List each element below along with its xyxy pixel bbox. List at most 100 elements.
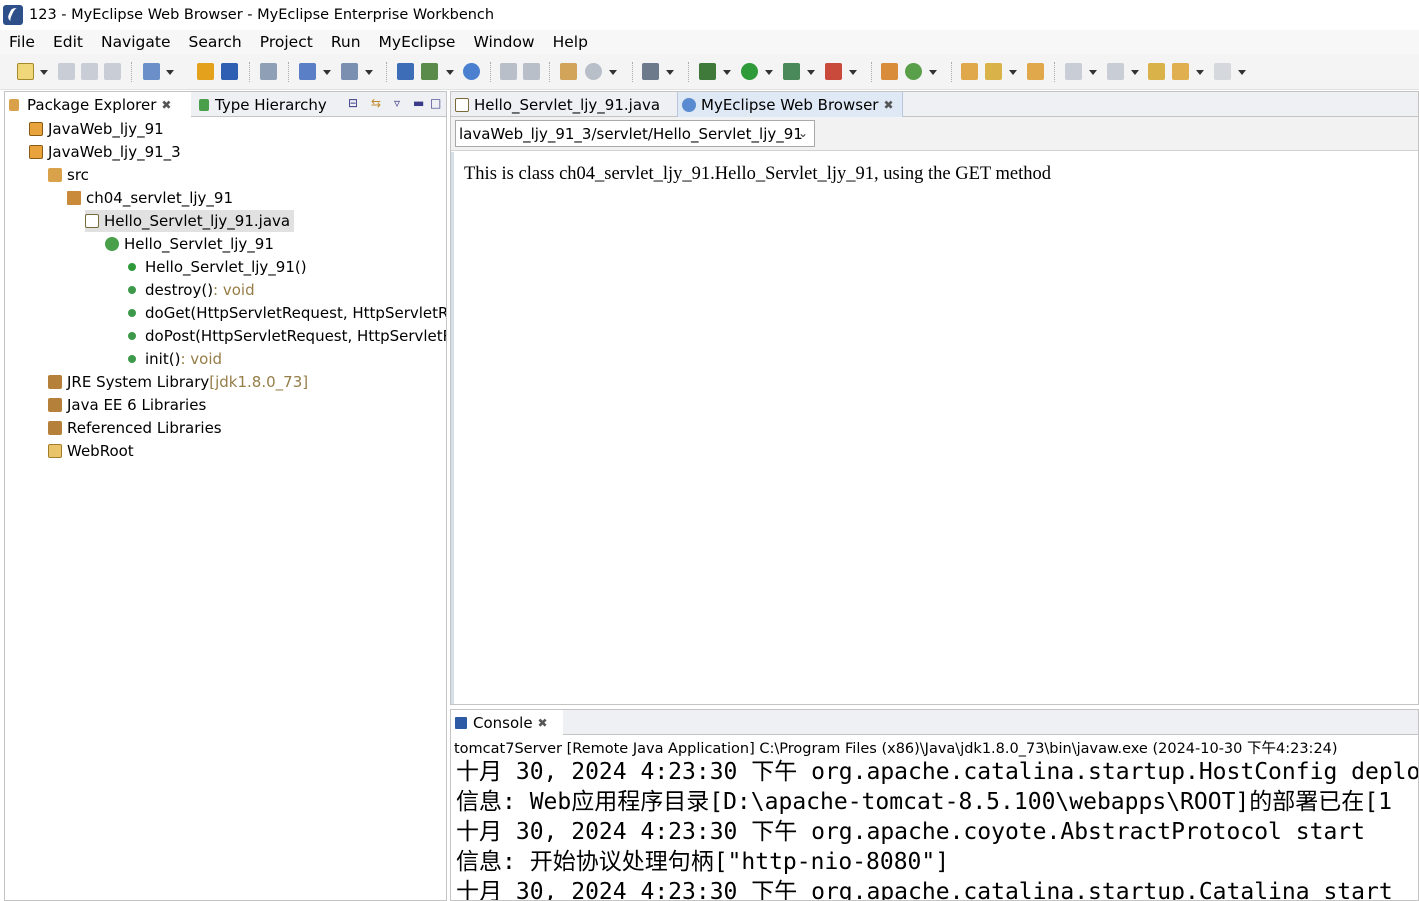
toolbar-separator [549,62,550,82]
menu-search[interactable]: Search [189,33,242,51]
tab-label: Hello_Servlet_ljy_91.java [474,95,661,114]
new-server-icon[interactable] [143,63,160,80]
forward-dropdown-icon[interactable] [1238,70,1246,75]
deploy-icon[interactable] [221,63,238,80]
java-file-icon [455,97,469,112]
tree-item-package[interactable]: ch04_servlet_ljy_91 [67,187,233,209]
forward-icon[interactable] [1214,63,1231,80]
library-version: [jdk1.8.0_73] [209,373,309,391]
bookmark-dropdown-icon[interactable] [446,70,454,75]
view-menu-icon[interactable]: ▿ [394,96,400,110]
menu-edit[interactable]: Edit [53,33,83,51]
menu-navigate[interactable]: Navigate [101,33,171,51]
coverage-dropdown-icon[interactable] [807,70,815,75]
tree-item-label: init() [145,350,181,368]
menu-project[interactable]: Project [260,33,313,51]
server-dropdown-icon[interactable] [166,70,174,75]
edit-icon[interactable] [985,63,1002,80]
tab-web-browser[interactable]: MyEclipse Web Browser ✖ [677,92,903,117]
debug-dropdown-icon[interactable] [723,70,731,75]
tree-item-library[interactable]: Referenced Libraries [48,417,222,439]
tree-item-library[interactable]: Java EE 6 Libraries [48,394,206,416]
menu-window[interactable]: Window [473,33,534,51]
close-icon[interactable]: ✖ [538,716,548,730]
previous-annotation-dropdown-icon[interactable] [1131,70,1139,75]
package-explorer-icon [9,98,19,111]
web-browser-icon[interactable] [463,63,480,80]
menu-help[interactable]: Help [553,33,588,51]
last-edit-location-icon[interactable] [1148,63,1165,80]
tree-item-java-file[interactable]: Hello_Servlet_ljy_91.java [85,210,295,232]
menu-run[interactable]: Run [331,33,361,51]
tab-label: Package Explorer [27,95,157,114]
editor-tabs: Hello_Servlet_ljy_91.java MyEclipse Web … [451,92,1418,117]
back-icon[interactable] [1172,63,1189,80]
close-icon[interactable]: ✖ [883,98,893,112]
minimize-icon[interactable]: ▬ [413,96,424,110]
tree-item-method[interactable]: doPost(HttpServletRequest, HttpServletR [126,325,446,347]
coverage-icon[interactable] [783,63,800,80]
toolbar-separator [386,62,387,82]
close-icon[interactable]: ✖ [161,98,171,112]
tree-item-method[interactable]: init() : void [126,348,222,370]
run-icon[interactable] [741,63,758,80]
camera-icon[interactable] [642,63,659,80]
forward-annotation-icon[interactable] [523,63,540,80]
tab-package-explorer[interactable]: Package Explorer ✖ [5,92,191,117]
back-annotation-icon[interactable] [500,63,517,80]
tree-item-class[interactable]: Hello_Servlet_ljy_91 [105,233,274,255]
collapse-all-icon[interactable]: ⊟ [348,96,358,110]
connect-dropdown-icon[interactable] [609,70,617,75]
external-tools-dropdown-icon[interactable] [849,70,857,75]
chevron-down-icon[interactable]: ⌄ [798,126,808,140]
back-dropdown-icon[interactable] [1196,70,1204,75]
search-icon[interactable] [341,63,358,80]
new-java-project-icon[interactable] [881,63,898,80]
new-dropdown-icon[interactable] [40,70,48,75]
menu-file[interactable]: File [9,33,35,51]
open-folder-icon[interactable] [961,63,978,80]
url-combo[interactable]: lavaWeb_ljy_91_3/servlet/Hello_Servlet_l… [455,120,815,147]
next-annotation-dropdown-icon[interactable] [1089,70,1097,75]
tab-console[interactable]: Console ✖ [451,710,563,735]
search-dropdown-icon[interactable] [365,70,373,75]
console-view: Console ✖ tomcat7Server [Remote Java App… [450,709,1419,901]
open-perspective-icon[interactable] [299,63,316,80]
maximize-icon[interactable]: □ [430,96,441,110]
previous-annotation-icon[interactable] [1107,63,1124,80]
database-icon[interactable] [260,63,277,80]
connect-icon[interactable] [585,63,602,80]
menu-myeclipse[interactable]: MyEclipse [379,33,456,51]
link-with-editor-icon[interactable]: ⇆ [371,96,381,110]
print-icon[interactable] [104,63,121,80]
tree-item-library[interactable]: JRE System Library [jdk1.8.0_73] [48,371,308,393]
bookmark-icon[interactable] [421,63,438,80]
tree-item-src[interactable]: src [48,164,89,186]
external-tools-icon[interactable] [825,63,842,80]
tree-item-method[interactable]: doGet(HttpServletRequest, HttpServletR [126,302,446,324]
open-type-icon[interactable] [197,63,214,80]
tree-item-method[interactable]: destroy() : void [126,279,255,301]
new-class-dropdown-icon[interactable] [929,70,937,75]
perspective-dropdown-icon[interactable] [323,70,331,75]
tab-type-hierarchy[interactable]: Type Hierarchy [197,92,331,117]
tree-item-constructor[interactable]: Hello_Servlet_ljy_91() [126,256,307,278]
new-class-icon[interactable] [905,63,922,80]
tree-item-project[interactable]: JavaWeb_ljy_91_3 [29,141,181,163]
edit-dropdown-icon[interactable] [1009,70,1017,75]
new-wizard-icon[interactable] [17,63,34,80]
debug-icon[interactable] [699,63,716,80]
tab-hello-servlet-java[interactable]: Hello_Servlet_ljy_91.java [451,92,673,117]
tree-item-folder[interactable]: WebRoot [48,440,134,462]
tree-item-project[interactable]: JavaWeb_ljy_91 [29,118,164,140]
new-project-icon[interactable] [560,63,577,80]
toolbar-separator [131,62,132,82]
save-all-icon[interactable] [81,63,98,80]
open-task-icon[interactable] [397,63,414,80]
next-annotation-icon[interactable] [1065,63,1082,80]
save-icon[interactable] [58,63,75,80]
camera-dropdown-icon[interactable] [666,70,674,75]
run-dropdown-icon[interactable] [765,70,773,75]
tree-item-label: src [67,166,89,184]
open-resource-icon[interactable] [1027,63,1044,80]
